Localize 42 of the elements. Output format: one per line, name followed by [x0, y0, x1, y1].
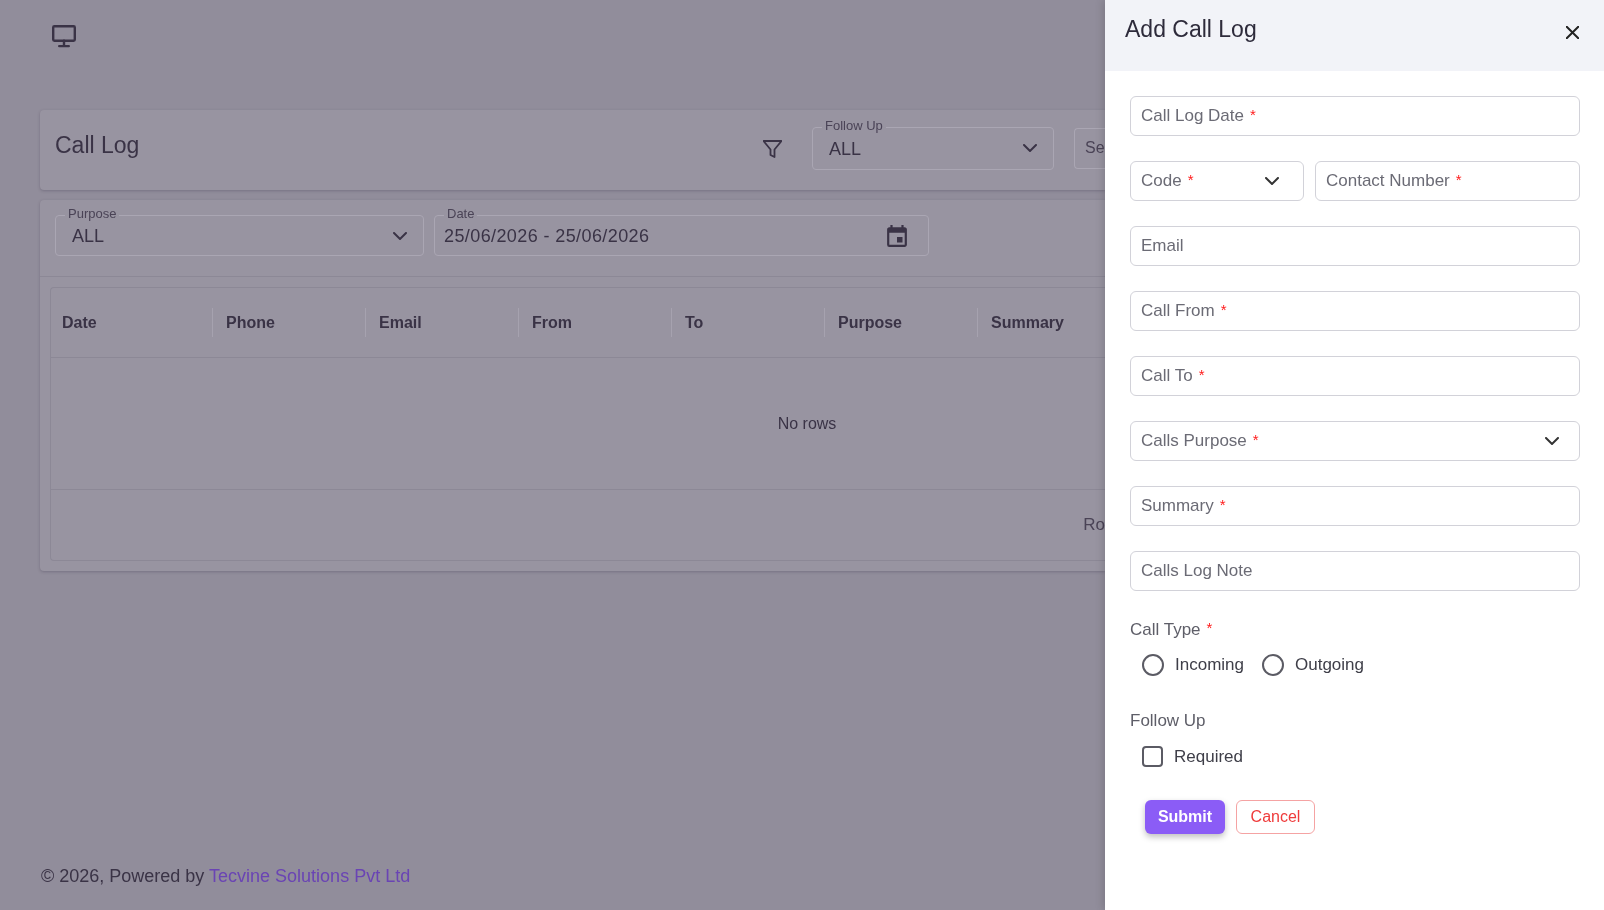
- chevron-down-icon: [1265, 177, 1279, 185]
- field-label: Date: [444, 206, 478, 221]
- column-header: Email: [379, 313, 422, 332]
- column-header: Purpose: [838, 313, 902, 332]
- input-field[interactable]: Email: [1130, 226, 1580, 266]
- radio-label: Outgoing: [1295, 655, 1364, 675]
- column-header: To: [685, 313, 704, 332]
- drawer-title: Add Call Log: [1125, 15, 1257, 43]
- radio-button[interactable]: [1142, 654, 1164, 676]
- input-field[interactable]: Call To *: [1130, 356, 1580, 396]
- footer-text: © 2026, Powered by Tecvine Solutions Pvt Ltd: [41, 865, 411, 888]
- input-field[interactable]: Call From *: [1130, 291, 1580, 331]
- dropdown-field[interactable]: Calls Purpose *: [1130, 421, 1580, 461]
- column-header: Phone: [226, 313, 275, 332]
- field-label: Purpose: [65, 206, 120, 221]
- outline-button[interactable]: Cancel: [1236, 800, 1315, 834]
- close-button[interactable]: [1563, 23, 1582, 42]
- close-icon: [1566, 26, 1579, 39]
- radio-label: Incoming: [1175, 655, 1244, 675]
- input-field[interactable]: Summary *: [1130, 486, 1580, 526]
- chevron-down-icon: [1545, 437, 1559, 445]
- table-footer-text: Ro: [1083, 515, 1105, 535]
- chevron-down-icon: [393, 231, 407, 240]
- field-label: Call Type *: [1130, 620, 1213, 640]
- filter-icon[interactable]: [763, 140, 782, 158]
- input-field[interactable]: Calls Log Note: [1130, 551, 1580, 591]
- monitor-icon[interactable]: [52, 25, 76, 48]
- input-field[interactable]: Contact Number *: [1315, 161, 1580, 201]
- radio-button[interactable]: [1262, 654, 1284, 676]
- dropdown-field[interactable]: Code *: [1130, 161, 1304, 201]
- column-header: Date: [62, 313, 97, 332]
- calendar-icon[interactable]: [887, 224, 907, 247]
- page-title: Call Log: [55, 131, 140, 159]
- primary-button[interactable]: Submit: [1145, 800, 1225, 834]
- column-header: From: [532, 313, 572, 332]
- input-field[interactable]: Call Log Date *: [1130, 96, 1580, 136]
- empty-message: No rows: [777, 414, 837, 433]
- field-label: Follow Up: [1130, 711, 1206, 731]
- checkbox[interactable]: [1142, 746, 1163, 767]
- checkbox-label: Required: [1174, 746, 1243, 767]
- chevron-down-icon: [1023, 144, 1037, 152]
- column-header: Summary: [991, 313, 1064, 332]
